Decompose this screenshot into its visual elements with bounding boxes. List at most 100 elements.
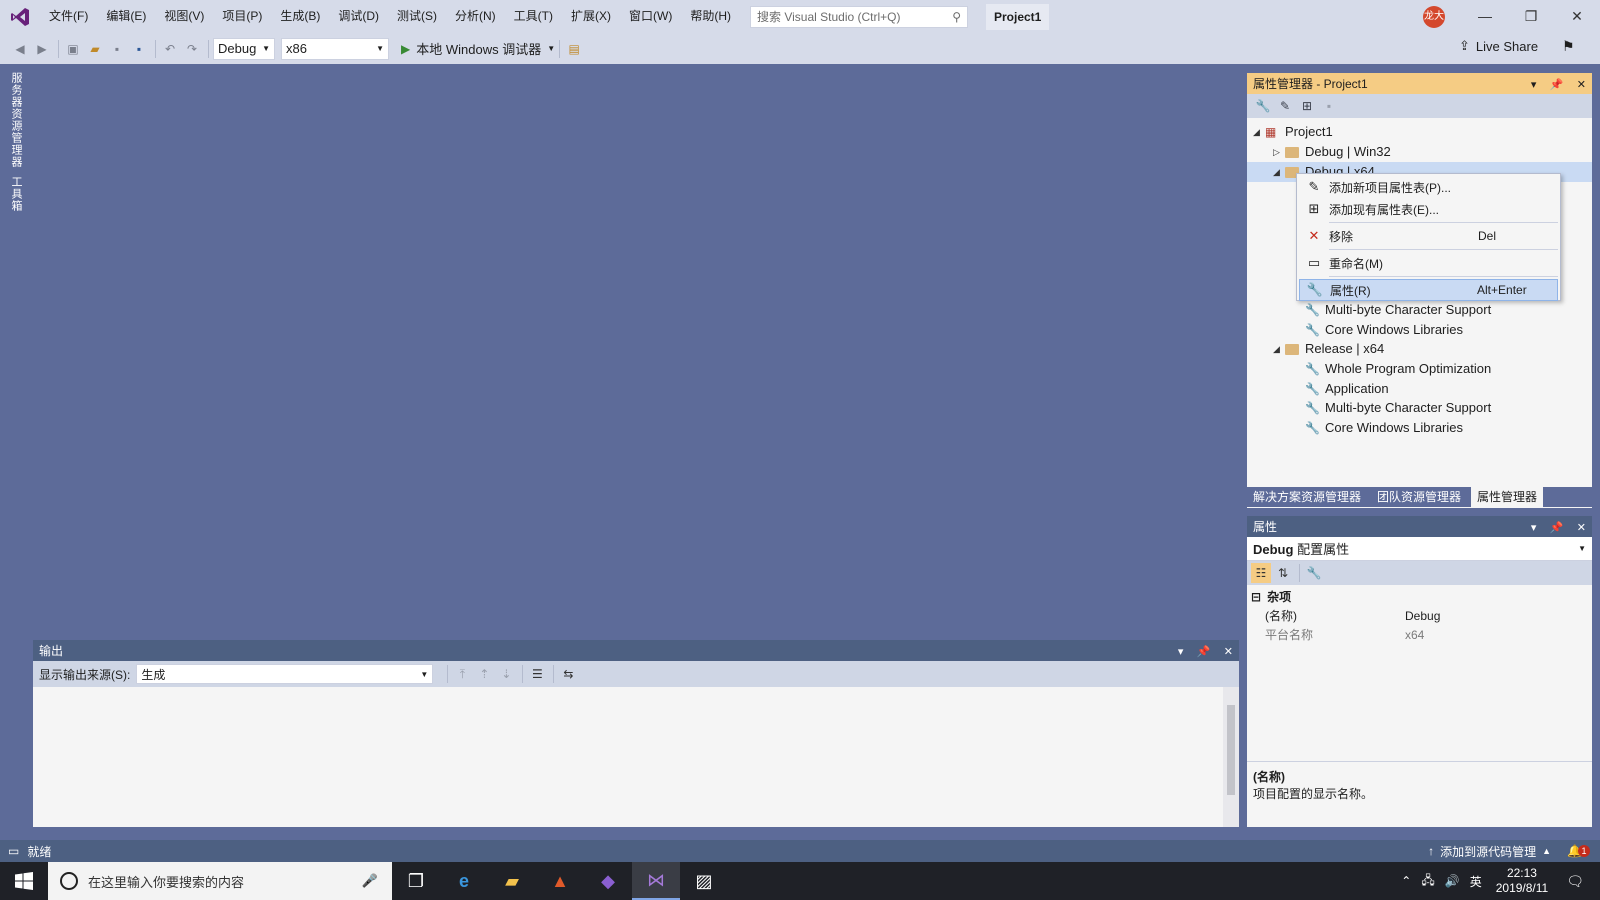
microphone-icon[interactable]: 🎤 bbox=[362, 873, 378, 889]
alphabetical-icon[interactable]: ⇅ bbox=[1273, 563, 1293, 583]
word-wrap-icon[interactable]: ⇆ bbox=[558, 664, 578, 684]
output-scrollbar[interactable] bbox=[1223, 687, 1239, 827]
menu-item[interactable]: 分析(N) bbox=[446, 0, 505, 33]
close-icon[interactable]: ✕ bbox=[1224, 646, 1233, 658]
app-triangle-icon[interactable]: ▲ bbox=[536, 862, 584, 900]
close-icon[interactable]: ✕ bbox=[1577, 79, 1586, 91]
save-icon[interactable]: ▪ bbox=[1319, 96, 1339, 116]
network-icon[interactable]: 🖧 bbox=[1421, 871, 1434, 892]
explorer-tab[interactable]: 解决方案资源管理器 bbox=[1247, 487, 1367, 507]
platform-select[interactable]: x86 ▼ bbox=[281, 37, 389, 60]
task-view-icon[interactable]: ❐ bbox=[392, 862, 440, 900]
object-select[interactable]: Debug 配置属性 ▼ bbox=[1247, 537, 1592, 561]
dropdown-icon[interactable]: ▾ bbox=[1531, 522, 1537, 534]
property-sheet-item[interactable]: 🔧 Multi-byte Character Support bbox=[1305, 398, 1491, 418]
action-center-icon[interactable]: 🗨 bbox=[1566, 873, 1584, 890]
run-debugger-button[interactable]: ▶ 本地 Windows 调试器 ▼ bbox=[401, 39, 555, 58]
menu-item[interactable]: 编辑(E) bbox=[97, 0, 155, 33]
menu-item[interactable]: 调试(D) bbox=[329, 0, 388, 33]
menu-item-add-existing-sheet[interactable]: ⊞ 添加现有属性表(E)... bbox=[1299, 198, 1558, 220]
property-sheet-item[interactable]: 🔧 Whole Program Optimization bbox=[1305, 359, 1491, 379]
explorer-tab[interactable]: 属性管理器 bbox=[1471, 487, 1544, 507]
menu-item[interactable]: 扩展(X) bbox=[562, 0, 620, 33]
extensions-icon[interactable]: ▤ bbox=[564, 39, 584, 59]
menu-item[interactable]: 生成(B) bbox=[271, 0, 329, 33]
file-explorer-icon[interactable]: ▰ bbox=[488, 862, 536, 900]
menu-item[interactable]: 视图(V) bbox=[155, 0, 213, 33]
chevron-up-icon[interactable]: ⌃ bbox=[1401, 874, 1411, 888]
menu-item[interactable]: 窗口(W) bbox=[620, 0, 681, 33]
property-sheet-item[interactable]: 🔧 Multi-byte Character Support bbox=[1305, 300, 1491, 320]
live-share-button[interactable]: ⇪ Live Share bbox=[1459, 38, 1538, 54]
collapse-icon[interactable]: ◢ bbox=[1273, 162, 1285, 182]
explorer-tab[interactable]: 团队资源管理器 bbox=[1371, 487, 1467, 507]
avatar[interactable]: 龙大 bbox=[1423, 6, 1445, 28]
feedback-icon[interactable]: ⚑ bbox=[1562, 38, 1575, 55]
open-icon[interactable]: ▰ bbox=[85, 39, 105, 59]
redo-icon[interactable]: ↷ bbox=[182, 39, 202, 59]
minimize-icon[interactable]: — bbox=[1462, 0, 1508, 33]
pin-icon[interactable]: 📌 bbox=[1550, 79, 1564, 91]
menu-item[interactable]: 项目(P) bbox=[213, 0, 271, 33]
property-pages-icon[interactable]: 🔧 bbox=[1304, 563, 1324, 583]
previous-message-icon[interactable]: ⇡ bbox=[474, 664, 494, 684]
restore-icon[interactable]: ❐ bbox=[1508, 0, 1554, 33]
property-row[interactable]: 平台名称 x64 bbox=[1247, 625, 1592, 644]
find-message-icon[interactable]: ⤒ bbox=[452, 664, 472, 684]
collapse-icon[interactable]: ◢ bbox=[1273, 339, 1285, 359]
menu-item-rename[interactable]: ▭ 重命名(M) bbox=[1299, 252, 1558, 274]
close-icon[interactable]: ✕ bbox=[1577, 522, 1586, 534]
menu-item[interactable]: 帮助(H) bbox=[681, 0, 740, 33]
config-select[interactable]: Debug ▼ bbox=[213, 37, 275, 60]
windows-start-icon[interactable] bbox=[0, 862, 48, 900]
configuration-node[interactable]: ▷ Debug | Win32 bbox=[1273, 142, 1391, 162]
close-icon[interactable]: ✕ bbox=[1554, 0, 1600, 33]
taskbar-search-input[interactable]: 在这里输入你要搜索的内容 🎤 bbox=[48, 862, 392, 900]
add-new-sheet-icon[interactable]: ✎ bbox=[1275, 96, 1295, 116]
server-explorer-tab[interactable]: 服务器资源管理器 bbox=[10, 72, 24, 168]
edge-browser-icon[interactable]: e bbox=[440, 862, 488, 900]
output-text-area[interactable] bbox=[33, 687, 1223, 827]
pin-icon[interactable]: 📌 bbox=[1550, 522, 1564, 534]
forward-icon[interactable]: ▶ bbox=[32, 39, 52, 59]
menu-item[interactable]: 测试(S) bbox=[388, 0, 446, 33]
collapse-icon[interactable]: ◢ bbox=[1253, 122, 1265, 142]
properties-wrench-icon[interactable]: 🔧 bbox=[1253, 96, 1273, 116]
property-sheet-item[interactable]: 🔧 Core Windows Libraries bbox=[1305, 418, 1463, 438]
configuration-node[interactable]: ◢ Release | x64 bbox=[1273, 339, 1384, 359]
ime-indicator[interactable]: 英 bbox=[1470, 873, 1482, 890]
clock[interactable]: 22:13 2019/8/11 bbox=[1496, 866, 1549, 896]
save-icon[interactable]: ▪ bbox=[107, 39, 127, 59]
app-map-pin-icon[interactable]: ◆ bbox=[584, 862, 632, 900]
save-all-icon[interactable]: ▪ bbox=[129, 39, 149, 59]
new-project-icon[interactable]: ▣ bbox=[63, 39, 83, 59]
project-node[interactable]: ◢ ▦ Project1 bbox=[1253, 122, 1333, 142]
menu-item-properties[interactable]: 🔧 属性(R) Alt+Enter bbox=[1299, 279, 1558, 301]
clear-all-icon[interactable]: ☰ bbox=[527, 664, 547, 684]
property-sheet-item[interactable]: 🔧 Application bbox=[1305, 379, 1389, 399]
volume-icon[interactable]: 🔊 bbox=[1445, 874, 1460, 888]
scrollbar-thumb[interactable] bbox=[1227, 705, 1235, 795]
dropdown-icon[interactable]: ▾ bbox=[1178, 646, 1184, 658]
category-row[interactable]: ⊟ 杂项 bbox=[1247, 587, 1592, 606]
expand-icon[interactable]: ▷ bbox=[1273, 142, 1285, 162]
menu-item-remove[interactable]: ✕ 移除 Del bbox=[1299, 225, 1558, 247]
search-input[interactable]: 搜索 Visual Studio (Ctrl+Q) ⚲ bbox=[750, 5, 968, 28]
add-to-source-control-button[interactable]: 添加到源代码管理 bbox=[1440, 843, 1536, 860]
visual-studio-task-icon[interactable]: ⋈ bbox=[632, 862, 680, 900]
property-sheet-item[interactable]: 🔧 Core Windows Libraries bbox=[1305, 320, 1463, 340]
photos-icon[interactable]: ▨ bbox=[680, 862, 728, 900]
dropdown-icon[interactable]: ▾ bbox=[1531, 79, 1537, 91]
property-row[interactable]: (名称) Debug bbox=[1247, 606, 1592, 625]
toolbox-tab[interactable]: 工具箱 bbox=[10, 176, 24, 212]
next-message-icon[interactable]: ⇣ bbox=[496, 664, 516, 684]
output-source-select[interactable]: 生成 ▼ bbox=[136, 664, 434, 684]
pin-icon[interactable]: 📌 bbox=[1197, 646, 1211, 658]
menu-item[interactable]: 文件(F) bbox=[40, 0, 97, 33]
back-icon[interactable]: ◀ bbox=[10, 39, 30, 59]
add-existing-sheet-icon[interactable]: ⊞ bbox=[1297, 96, 1317, 116]
categorized-icon[interactable]: ☷ bbox=[1251, 563, 1271, 583]
undo-icon[interactable]: ↶ bbox=[160, 39, 180, 59]
menu-item-add-new-sheet[interactable]: ✎ 添加新项目属性表(P)... bbox=[1299, 176, 1558, 198]
menu-item[interactable]: 工具(T) bbox=[505, 0, 562, 33]
